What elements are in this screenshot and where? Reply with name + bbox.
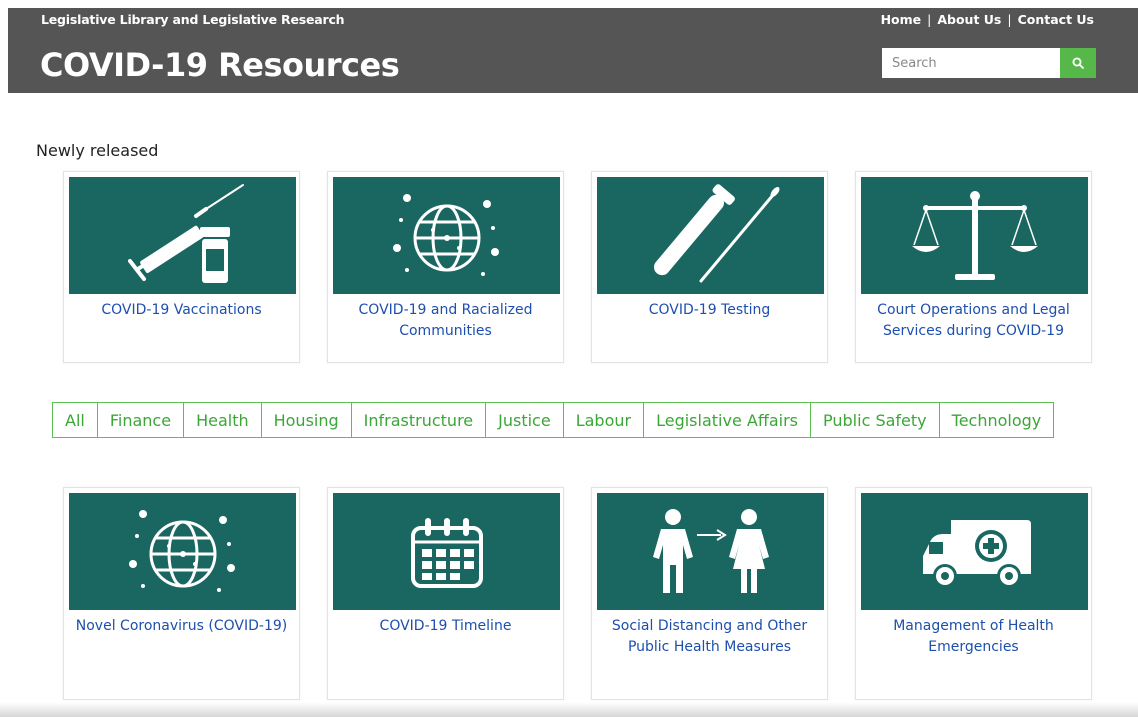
nav-separator: | — [927, 12, 932, 27]
globe-virus-icon — [128, 509, 235, 592]
filter-technology[interactable]: Technology — [939, 403, 1054, 437]
search-input[interactable] — [882, 48, 1060, 78]
filter-housing[interactable]: Housing — [261, 403, 352, 437]
card-image — [333, 493, 560, 610]
site-header: Legislative Library and Legislative Rese… — [8, 8, 1138, 93]
card-label: Court Operations and Legal Services duri… — [877, 302, 1070, 339]
nav-separator: | — [1007, 12, 1012, 27]
filter-labour[interactable]: Labour — [563, 403, 645, 437]
card-covid-testing[interactable]: COVID-19 Testing — [591, 171, 828, 363]
syringe-vial-icon — [127, 184, 244, 283]
search-button[interactable] — [1060, 48, 1096, 78]
about-us-link[interactable]: About Us — [937, 12, 1001, 27]
card-covid-timeline[interactable]: COVID-19 Timeline — [327, 487, 564, 700]
ambulance-icon — [922, 519, 1031, 588]
card-covid-racialized-communities[interactable]: COVID-19 and Racialized Communities — [327, 171, 564, 363]
filter-health[interactable]: Health — [184, 403, 262, 437]
card-image — [69, 177, 296, 294]
filter-justice[interactable]: Justice — [486, 403, 564, 437]
card-label: Management of Health Emergencies — [893, 618, 1054, 655]
card-court-operations[interactable]: Court Operations and Legal Services duri… — [855, 171, 1092, 363]
card-covid-vaccinations[interactable]: COVID-19 Vaccinations — [63, 171, 300, 363]
calendar-icon — [410, 517, 483, 588]
card-image — [861, 177, 1088, 294]
contact-us-link[interactable]: Contact Us — [1018, 12, 1094, 27]
card-image — [333, 177, 560, 294]
filter-finance[interactable]: Finance — [97, 403, 185, 437]
card-label: Novel Coronavirus (COVID-19) — [75, 618, 288, 634]
filter-infrastructure[interactable]: Infrastructure — [351, 403, 487, 437]
card-label: COVID-19 Timeline — [379, 618, 512, 634]
home-link[interactable]: Home — [881, 12, 922, 27]
filter-all[interactable]: All — [53, 403, 98, 437]
scales-of-justice-icon — [911, 191, 1038, 280]
filter-public-safety[interactable]: Public Safety — [811, 403, 940, 437]
card-image — [597, 177, 824, 294]
card-label: COVID-19 and Racialized Communities — [358, 302, 533, 339]
bottom-fade — [0, 702, 1138, 717]
test-tube-swab-icon — [653, 184, 779, 283]
card-social-distancing[interactable]: Social Distancing and Other Public Healt… — [591, 487, 828, 700]
card-label: Social Distancing and Other Public Healt… — [611, 618, 808, 655]
top-nav: Home | About Us | Contact Us — [881, 12, 1094, 27]
topic-filter-bar: All Finance Health Housing Infrastructur… — [52, 402, 1055, 438]
card-image — [69, 493, 296, 610]
filter-legislative-affairs[interactable]: Legislative Affairs — [644, 403, 812, 437]
card-label: COVID-19 Testing — [648, 302, 771, 318]
globe-virus-icon — [392, 193, 499, 276]
org-name: Legislative Library and Legislative Rese… — [41, 12, 345, 27]
card-image — [597, 493, 824, 610]
page-title: COVID-19 Resources — [40, 46, 400, 84]
card-novel-coronavirus[interactable]: Novel Coronavirus (COVID-19) — [63, 487, 300, 700]
card-health-emergencies[interactable]: Management of Health Emergencies — [855, 487, 1092, 700]
card-label: COVID-19 Vaccinations — [101, 302, 262, 318]
section-label-newly-released: Newly released — [36, 141, 159, 160]
card-image — [861, 493, 1088, 610]
search-icon — [1072, 57, 1084, 69]
people-distancing-icon — [652, 508, 769, 593]
